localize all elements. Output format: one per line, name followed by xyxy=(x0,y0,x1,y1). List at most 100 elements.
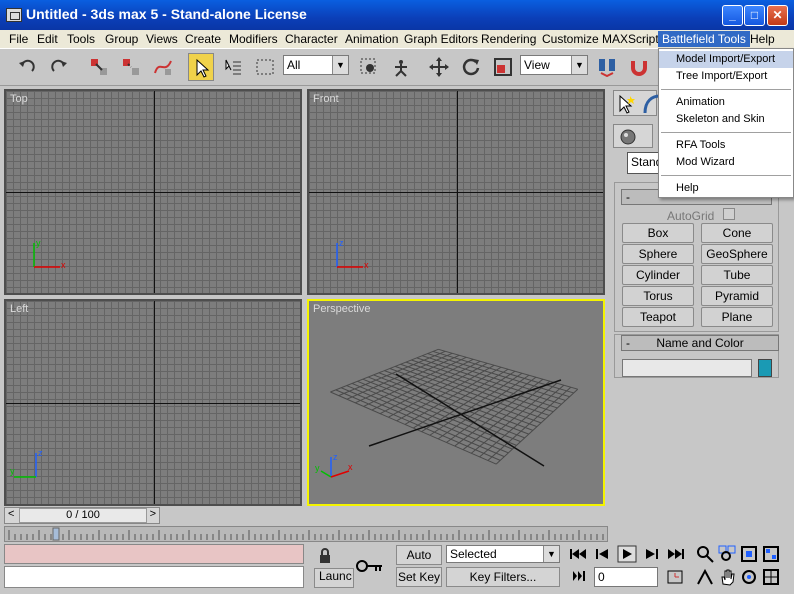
zoom-extents-all-icon[interactable] xyxy=(762,545,780,563)
go-to-start-icon[interactable] xyxy=(568,547,588,561)
select-and-link-button[interactable] xyxy=(86,53,112,81)
menu-modifiers[interactable]: Modifiers xyxy=(225,31,282,47)
go-to-end-icon[interactable] xyxy=(666,547,686,561)
minimize-button[interactable]: _ xyxy=(722,5,743,26)
time-prev-button[interactable]: < xyxy=(8,508,14,520)
key-icon[interactable] xyxy=(356,558,384,574)
menu-graph-editors[interactable]: Graph Editors xyxy=(400,31,482,47)
tube-button[interactable]: Tube xyxy=(701,265,773,285)
menu-item-animation[interactable]: Animation xyxy=(659,94,793,111)
menu-edit[interactable]: Edit xyxy=(33,31,62,47)
move-button[interactable] xyxy=(426,53,452,81)
menu-animation[interactable]: Animation xyxy=(341,31,402,47)
field-of-view-icon[interactable] xyxy=(696,568,714,586)
menu-item-skeleton-and-skin[interactable]: Skeleton and Skin xyxy=(659,111,793,128)
geometry-category-button[interactable] xyxy=(613,124,653,148)
object-name-input[interactable] xyxy=(622,359,752,377)
key-filters-button[interactable]: Key Filters... xyxy=(446,567,560,587)
menu-battlefield-tools[interactable]: Battlefield Tools xyxy=(658,31,750,47)
select-and-manipulate-button[interactable] xyxy=(388,53,414,81)
menu-rendering[interactable]: Rendering xyxy=(477,31,540,47)
viewport-perspective[interactable]: Perspective z y x xyxy=(307,299,605,506)
teapot-button[interactable]: Teapot xyxy=(622,307,694,327)
scale-button[interactable] xyxy=(490,53,516,81)
box-button[interactable]: Box xyxy=(622,223,694,243)
rotate-button[interactable] xyxy=(458,53,484,81)
grid-axis-line xyxy=(6,192,300,193)
viewport-left[interactable]: Left z y xyxy=(4,299,302,506)
menu-group[interactable]: Group xyxy=(101,31,142,47)
object-color-swatch[interactable] xyxy=(758,359,772,377)
menu-tools[interactable]: Tools xyxy=(63,31,99,47)
torus-button[interactable]: Torus xyxy=(622,286,694,306)
link-icon xyxy=(91,59,107,75)
redo-icon xyxy=(51,59,67,72)
reference-coordinate-select[interactable]: View ▼ xyxy=(520,55,588,75)
auto-key-button[interactable]: Auto Key xyxy=(396,545,442,580)
menu-item-model-import-export[interactable]: Model Import/Export xyxy=(659,51,793,68)
key-mode-toggle-icon[interactable] xyxy=(571,569,587,583)
arc-rotate-icon[interactable] xyxy=(740,568,758,586)
undo-button[interactable] xyxy=(14,53,40,81)
maxscript-launcher-button[interactable]: Launc xyxy=(314,568,354,588)
unlink-button[interactable] xyxy=(118,53,144,81)
playback-controls: 0 xyxy=(566,544,692,590)
track-bar[interactable] xyxy=(4,526,608,542)
sphere-button[interactable]: Sphere xyxy=(622,244,694,264)
prompt-line[interactable] xyxy=(4,566,304,588)
create-tab[interactable] xyxy=(613,90,661,116)
select-by-name-button[interactable] xyxy=(220,53,246,81)
menu-create[interactable]: Create xyxy=(181,31,225,47)
time-configuration-icon[interactable] xyxy=(666,569,684,585)
set-key-button[interactable]: Set Key xyxy=(396,567,442,587)
maximize-button[interactable]: □ xyxy=(744,5,765,26)
battlefield-tools-menu: Model Import/Export Tree Import/Export A… xyxy=(658,48,794,198)
geosphere-button[interactable]: GeoSphere xyxy=(701,244,773,264)
window-crossing-button[interactable] xyxy=(356,53,382,81)
menu-maxscript[interactable]: MAXScript xyxy=(598,31,663,47)
axis-y-label: y xyxy=(315,463,320,473)
menu-item-mod-wizard[interactable]: Mod Wizard xyxy=(659,154,793,171)
pivot-center-button[interactable] xyxy=(594,53,620,81)
time-slider[interactable]: < 0 / 100 > xyxy=(4,507,160,524)
axis-tripod-icon: y x xyxy=(33,238,66,270)
zoom-extents-icon[interactable] xyxy=(740,545,758,563)
selection-filter-select[interactable]: All ▼ xyxy=(283,55,349,75)
menu-views[interactable]: Views xyxy=(142,31,182,47)
pan-hand-icon[interactable] xyxy=(718,568,736,586)
viewport-front[interactable]: Front z x xyxy=(307,89,605,295)
cone-button[interactable]: Cone xyxy=(701,223,773,243)
rectangular-selection-button[interactable] xyxy=(252,53,278,81)
zoom-all-icon[interactable] xyxy=(718,545,736,563)
rollout-header[interactable]: - Name and Color xyxy=(621,335,779,351)
cylinder-button[interactable]: Cylinder xyxy=(622,265,694,285)
previous-frame-icon[interactable] xyxy=(594,547,614,561)
select-object-button[interactable] xyxy=(188,53,214,81)
bind-space-warp-button[interactable] xyxy=(150,53,176,81)
maximize-viewport-icon[interactable] xyxy=(762,568,780,586)
menu-item-rfa-tools[interactable]: RFA Tools xyxy=(659,137,793,154)
menu-file[interactable]: File xyxy=(5,31,32,47)
menu-item-tree-import-export[interactable]: Tree Import/Export xyxy=(659,68,793,85)
snap-toggle-button[interactable] xyxy=(626,53,652,81)
maxscript-listener[interactable] xyxy=(4,544,304,564)
collapse-icon: - xyxy=(626,190,630,204)
pyramid-button[interactable]: Pyramid xyxy=(701,286,773,306)
viewport-top[interactable]: Top y x xyxy=(4,89,302,295)
current-frame-input[interactable]: 0 xyxy=(594,567,658,587)
menu-customize[interactable]: Customize xyxy=(538,31,603,47)
play-icon[interactable] xyxy=(617,545,637,563)
menu-item-help[interactable]: Help xyxy=(659,180,793,197)
next-frame-icon[interactable] xyxy=(641,547,661,561)
app-icon[interactable] xyxy=(6,8,22,22)
key-mode-select[interactable]: Selected ▼ xyxy=(446,545,560,563)
plane-button[interactable]: Plane xyxy=(701,307,773,327)
lock-icon[interactable] xyxy=(318,548,332,564)
autogrid-checkbox[interactable] xyxy=(723,208,735,220)
redo-button[interactable] xyxy=(46,53,72,81)
menu-character[interactable]: Character xyxy=(281,31,342,47)
time-next-button[interactable]: > xyxy=(150,508,156,520)
close-button[interactable]: ✕ xyxy=(767,5,788,26)
zoom-icon[interactable] xyxy=(696,545,714,563)
menu-help[interactable]: Help xyxy=(746,31,779,47)
